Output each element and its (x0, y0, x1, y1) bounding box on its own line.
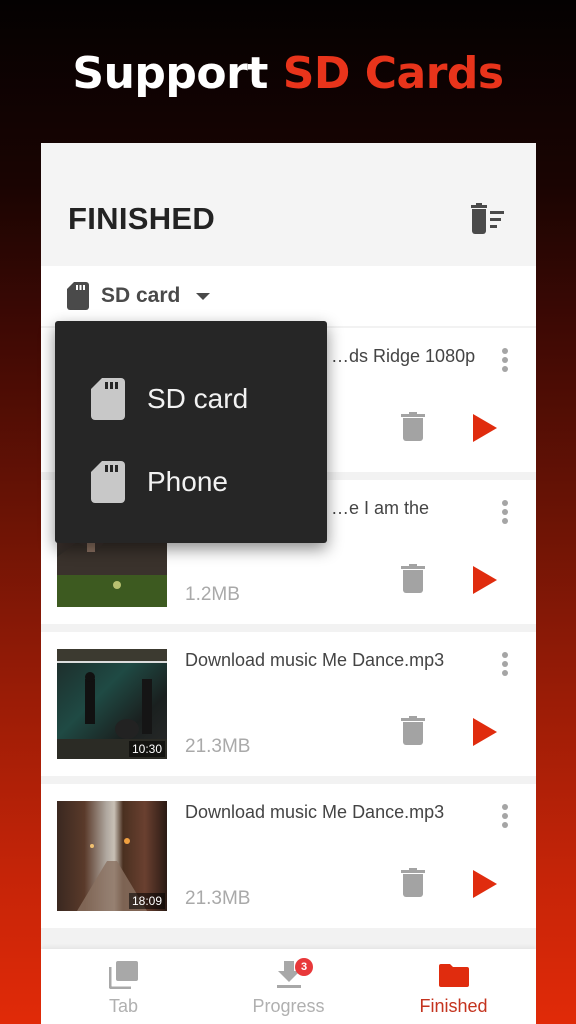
trash-icon (401, 564, 425, 593)
more-options-button[interactable] (496, 500, 514, 530)
sd-card-icon (67, 282, 89, 310)
tab-tab[interactable]: Tab (41, 949, 206, 1024)
clear-all-button[interactable] (469, 203, 507, 235)
storage-row: SD card (41, 266, 536, 326)
chevron-down-icon (196, 292, 211, 300)
headline-plain: Support (72, 48, 268, 99)
delete-button[interactable] (401, 564, 425, 594)
menu-item-phone[interactable]: Phone (55, 447, 327, 517)
menu-item-sd-card[interactable]: SD card (55, 364, 327, 434)
delete-button[interactable] (401, 868, 425, 898)
play-icon (473, 718, 497, 746)
more-options-button[interactable] (496, 348, 514, 378)
sd-card-icon (91, 378, 125, 420)
item-title: Download music Me Dance.mp3 (185, 802, 445, 822)
thumbnail: 10:30 (57, 649, 167, 759)
play-button[interactable] (473, 718, 497, 746)
tab-finished[interactable]: Finished (371, 949, 536, 1024)
item-title: …ds Ridge 1080p (331, 346, 476, 366)
storage-selector[interactable]: SD card (67, 282, 211, 310)
trash-icon (401, 716, 425, 745)
bottom-nav: Tab 3 Progress Finished (41, 949, 536, 1024)
progress-count-badge: 3 (295, 958, 313, 976)
play-icon (473, 414, 497, 442)
page-title: FINISHED (68, 201, 216, 236)
storage-selected-label: SD card (101, 284, 181, 307)
delete-sweep-icon (471, 203, 504, 234)
list-item[interactable]: 10:30 Download music Me Dance.mp3 21.3MB (41, 632, 536, 776)
tabs-icon (108, 961, 138, 989)
item-title: …e I am the (331, 498, 430, 518)
duration-label: 18:09 (128, 893, 165, 909)
play-button[interactable] (473, 870, 497, 898)
play-icon (473, 566, 497, 594)
delete-button[interactable] (401, 412, 425, 442)
menu-item-label: Phone (147, 466, 228, 497)
item-size: 1.2MB (185, 584, 240, 605)
item-size: 21.3MB (185, 736, 251, 757)
play-button[interactable] (473, 414, 497, 442)
folder-icon (438, 964, 469, 987)
list-item[interactable]: 18:09 Download music Me Dance.mp3 21.3MB (41, 784, 536, 928)
storage-dropdown-menu: SD card Phone (55, 321, 327, 543)
sd-card-icon (91, 461, 125, 503)
item-title: Download music Me Dance.mp3 (185, 650, 445, 670)
item-size: 21.3MB (185, 888, 251, 909)
more-options-button[interactable] (496, 652, 514, 682)
tab-label: Tab (108, 996, 139, 1016)
headline-accent: SD Cards (282, 48, 504, 99)
play-icon (473, 870, 497, 898)
top-bar: FINISHED (41, 143, 536, 266)
delete-button[interactable] (401, 716, 425, 746)
tab-label: Finished (419, 996, 488, 1016)
thumbnail: 18:09 (57, 801, 167, 911)
app-screen: FINISHED SD card …ds Ridge 1080p …e I am… (41, 143, 536, 1024)
more-options-button[interactable] (496, 804, 514, 834)
trash-icon (401, 412, 425, 441)
promo-headline: Support SD Cards (0, 48, 576, 99)
trash-icon (401, 868, 425, 897)
menu-item-label: SD card (147, 383, 249, 414)
play-button[interactable] (473, 566, 497, 594)
tab-progress[interactable]: 3 Progress (206, 949, 371, 1024)
tab-label: Progress (252, 996, 325, 1016)
duration-label: 10:30 (128, 741, 165, 757)
